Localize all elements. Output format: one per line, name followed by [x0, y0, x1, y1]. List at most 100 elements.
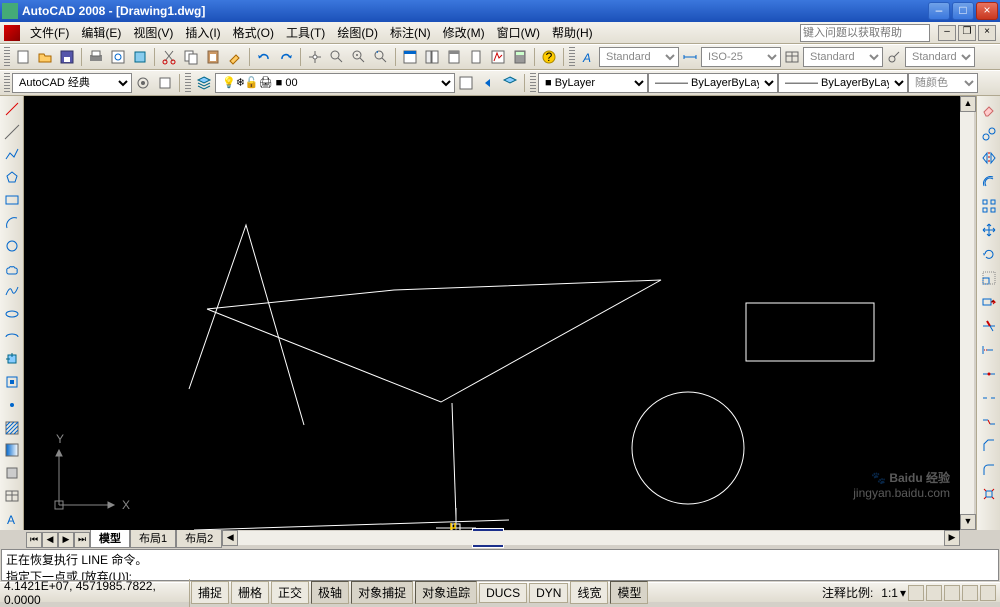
tab-nav-last[interactable]: ⏭	[74, 532, 90, 548]
save-button[interactable]	[56, 46, 78, 68]
tab-layout2[interactable]: 布局2	[176, 529, 222, 548]
rectangle-tool[interactable]	[1, 190, 23, 211]
doc-minimize-button[interactable]: –	[938, 25, 956, 41]
toolbar-grip[interactable]	[530, 73, 536, 93]
help-button[interactable]: ?	[538, 46, 560, 68]
anno-visibility-button[interactable]	[908, 585, 924, 601]
tool-palettes-button[interactable]	[443, 46, 465, 68]
scroll-up-button[interactable]: ▲	[960, 96, 976, 112]
tab-model[interactable]: 模型	[90, 529, 130, 548]
revcloud-tool[interactable]	[1, 258, 23, 279]
help-search-input[interactable]	[800, 24, 930, 42]
layer-manager-button[interactable]	[193, 72, 215, 94]
mode-grid[interactable]: 栅格	[231, 581, 269, 604]
copy-button[interactable]	[180, 46, 202, 68]
horizontal-scrollbar[interactable]: ◀ ▶	[222, 530, 960, 546]
zoom-window-button[interactable]	[348, 46, 370, 68]
ellipse-arc-tool[interactable]	[1, 326, 23, 347]
anno-autoscale-button[interactable]	[926, 585, 942, 601]
mode-dyn[interactable]: DYN	[529, 583, 568, 603]
break-at-point-tool[interactable]	[978, 363, 1000, 385]
menu-window[interactable]: 窗口(W)	[491, 22, 546, 43]
sheetset-button[interactable]	[465, 46, 487, 68]
tablestyle-button[interactable]	[781, 46, 803, 68]
mode-ducs[interactable]: DUCS	[479, 583, 527, 603]
menu-modify[interactable]: 修改(M)	[437, 22, 491, 43]
mode-lwt[interactable]: 线宽	[570, 581, 608, 604]
layer-states-button[interactable]	[455, 72, 477, 94]
polygon-tool[interactable]	[1, 167, 23, 188]
status-tray-button[interactable]	[962, 585, 978, 601]
toolbar-grip[interactable]	[569, 47, 575, 67]
redo-button[interactable]	[275, 46, 297, 68]
rotate-tool[interactable]	[978, 243, 1000, 265]
command-line[interactable]: 正在恢复执行 LINE 命令。 指定下一点或 [放弃(U)]:	[1, 549, 999, 581]
mode-osnap[interactable]: 对象捕捉	[351, 581, 413, 604]
properties-button[interactable]	[399, 46, 421, 68]
doc-close-button[interactable]: ×	[978, 25, 996, 41]
scroll-v-track[interactable]	[960, 112, 974, 514]
layer-previous-button[interactable]	[477, 72, 499, 94]
vertical-scrollbar[interactable]: ▲ ▼	[960, 96, 976, 530]
make-block-tool[interactable]	[1, 372, 23, 393]
offset-tool[interactable]	[978, 171, 1000, 193]
drawing-canvas[interactable]: X Y 垂足 🐾 Baidu 经验 jingyan.baidu.com	[24, 96, 960, 530]
xline-tool[interactable]	[1, 122, 23, 143]
toolbar-grip[interactable]	[4, 47, 10, 67]
workspace-combo[interactable]: AutoCAD 经典	[12, 73, 132, 93]
dimstyle-combo[interactable]: ISO-25	[701, 47, 781, 67]
fillet-tool[interactable]	[978, 459, 1000, 481]
cut-button[interactable]	[158, 46, 180, 68]
menu-file[interactable]: 文件(F)	[24, 22, 75, 43]
break-tool[interactable]	[978, 387, 1000, 409]
open-button[interactable]	[34, 46, 56, 68]
extend-tool[interactable]	[978, 339, 1000, 361]
plot-preview-button[interactable]	[107, 46, 129, 68]
tab-nav-next[interactable]: ▶	[58, 532, 74, 548]
scroll-down-button[interactable]: ▼	[960, 514, 976, 530]
trim-tool[interactable]	[978, 315, 1000, 337]
join-tool[interactable]	[978, 411, 1000, 433]
zoom-realtime-button[interactable]	[326, 46, 348, 68]
ellipse-tool[interactable]	[1, 304, 23, 325]
scale-tool[interactable]	[978, 267, 1000, 289]
gradient-tool[interactable]	[1, 440, 23, 461]
match-prop-button[interactable]	[224, 46, 246, 68]
new-button[interactable]	[12, 46, 34, 68]
tab-layout1[interactable]: 布局1	[130, 529, 176, 548]
chamfer-tool[interactable]	[978, 435, 1000, 457]
textstyle-combo[interactable]: Standard	[599, 47, 679, 67]
workspace-settings-button[interactable]	[132, 72, 154, 94]
menu-format[interactable]: 格式(O)	[227, 22, 280, 43]
array-tool[interactable]	[978, 195, 1000, 217]
undo-button[interactable]	[253, 46, 275, 68]
region-tool[interactable]	[1, 463, 23, 484]
explode-tool[interactable]	[978, 483, 1000, 505]
arc-tool[interactable]	[1, 213, 23, 234]
status-lock-button[interactable]	[944, 585, 960, 601]
scroll-left-button[interactable]: ◀	[222, 530, 238, 546]
scroll-right-button[interactable]: ▶	[944, 530, 960, 546]
mirror-tool[interactable]	[978, 147, 1000, 169]
line-tool[interactable]	[1, 99, 23, 120]
markup-button[interactable]	[487, 46, 509, 68]
hatch-tool[interactable]	[1, 417, 23, 438]
close-button[interactable]: ×	[976, 2, 998, 20]
status-coords[interactable]: 4.1421E+07, 4571985.7822, 0.0000	[0, 579, 190, 607]
menu-tools[interactable]: 工具(T)	[280, 22, 331, 43]
table-tool[interactable]	[1, 485, 23, 506]
move-tool[interactable]	[978, 219, 1000, 241]
publish-button[interactable]	[129, 46, 151, 68]
tab-nav-first[interactable]: ⏮	[26, 532, 42, 548]
pan-button[interactable]	[304, 46, 326, 68]
layer-match-button[interactable]	[499, 72, 521, 94]
scroll-h-track[interactable]	[238, 531, 944, 545]
polyline-tool[interactable]	[1, 144, 23, 165]
menu-view[interactable]: 视图(V)	[127, 22, 179, 43]
circle-tool[interactable]	[1, 235, 23, 256]
menu-edit[interactable]: 编辑(E)	[75, 22, 127, 43]
minimize-button[interactable]: –	[928, 2, 950, 20]
menu-dimension[interactable]: 标注(N)	[384, 22, 437, 43]
lineweight-combo[interactable]: ——— ByLayerByLayer	[778, 73, 908, 93]
linetype-combo[interactable]: ——— ByLayerByLayer	[648, 73, 778, 93]
